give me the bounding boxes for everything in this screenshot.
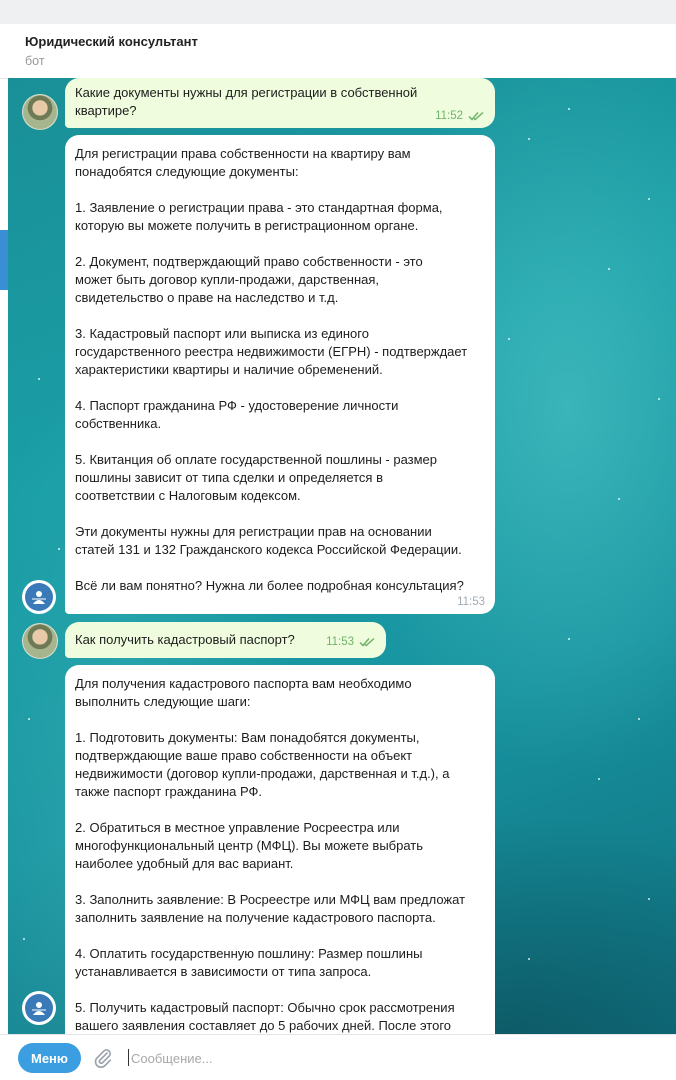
double-check-icon [359,637,375,647]
background-star [658,398,660,400]
message-bubble-incoming[interactable]: Для регистрации права собственности на к… [65,135,495,614]
message-time: 11:52 [435,110,463,122]
paperclip-icon[interactable] [92,1047,114,1069]
message-meta: 11:53 [326,633,376,651]
text-caret [128,1049,129,1066]
top-strip [0,0,676,24]
chat-list-scroll-indicator [0,230,8,290]
message-bubble-incoming[interactable]: Для получения кадастрового паспорта вам … [65,665,495,1034]
background-star [608,268,610,270]
background-star [638,718,640,720]
chat-subtitle: бот [25,54,45,68]
double-check-icon [468,111,484,121]
bot-avatar-icon[interactable] [22,991,56,1025]
message-meta: 11:52 [435,107,485,125]
message-list[interactable]: Какие документы нужны для регистрации в … [8,78,676,1034]
background-star [28,718,30,720]
message-time: 11:53 [326,636,354,648]
background-star [568,108,570,110]
message-text: Для получения кадастрового паспорта вам … [75,676,466,1033]
background-star [38,378,40,380]
bot-menu-button[interactable]: Меню [18,1043,81,1073]
chat-header[interactable]: Юридический консультант бот [0,24,676,79]
message-meta: 11:53 [457,593,485,611]
chat-title: Юридический консультант [25,34,198,49]
message-text: Какие документы нужны для регистрации в … [75,85,418,118]
background-star [528,958,530,960]
background-star [508,338,510,340]
telegram-chat-window: Юридический консультант бот Какие докуме… [0,0,676,1080]
background-star [528,138,530,140]
bot-avatar-icon[interactable] [22,580,56,614]
background-star [58,548,60,550]
user-avatar-icon[interactable] [22,623,58,659]
background-star [23,938,25,940]
background-star [648,198,650,200]
background-star [618,498,620,500]
message-time: 11:53 [457,596,485,608]
user-avatar-icon[interactable] [22,94,58,130]
message-bubble-outgoing[interactable]: Какие документы нужны для регистрации в … [65,78,495,128]
message-bubble-outgoing[interactable]: Как получить кадастровый паспорт? 11:53 [65,622,386,658]
message-text: Для регистрации права собственности на к… [75,146,468,593]
message-input[interactable] [128,1043,651,1073]
background-star [598,778,600,780]
background-star [648,898,650,900]
background-star [568,638,570,640]
message-composer: Меню [0,1034,676,1080]
